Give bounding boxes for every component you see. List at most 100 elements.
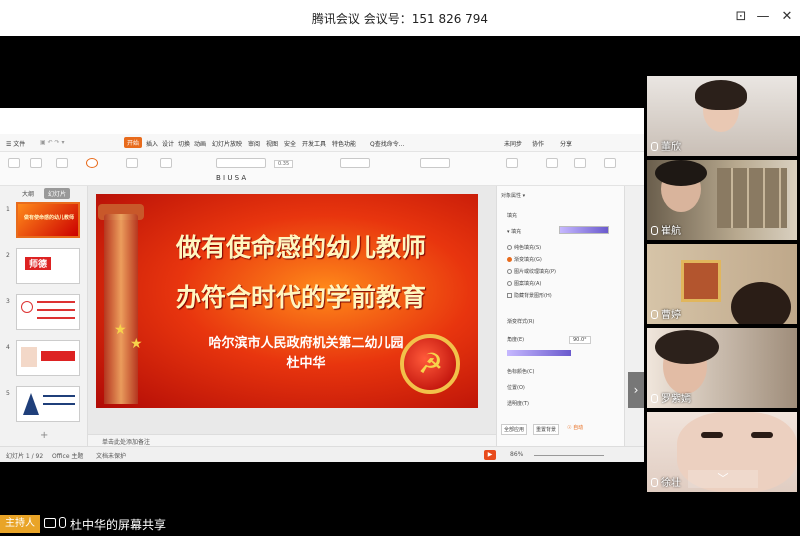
quick-access-icons: ▣ ↶ ↷ ▾ xyxy=(40,139,65,146)
mic-icon xyxy=(651,394,658,403)
participant-tile[interactable]: 曹婷 xyxy=(647,244,797,324)
gradient-stop-bar[interactable] xyxy=(507,350,571,356)
paste-icon[interactable] xyxy=(8,158,20,168)
tab-design[interactable]: 设计 xyxy=(162,139,174,148)
font-style-buttons[interactable]: B I U S A xyxy=(216,174,246,182)
format-painter-icon[interactable] xyxy=(56,158,68,168)
find-icon[interactable] xyxy=(506,158,518,168)
auto-option[interactable]: ☉ 自动 xyxy=(567,424,583,431)
thumb-slide-5[interactable] xyxy=(16,386,80,422)
shape-icons[interactable] xyxy=(420,158,450,168)
font-size-select[interactable]: 0.35 xyxy=(274,160,294,168)
tab-features[interactable]: 特色功能 xyxy=(332,139,356,148)
status-bar: 幻灯片 1 / 92 Office 主题 文档未保护 ▶ 86% xyxy=(0,446,644,462)
mic-icon xyxy=(651,478,658,487)
tab-security[interactable]: 安全 xyxy=(284,139,296,148)
tab-outline[interactable]: 大纲 xyxy=(18,188,38,199)
hide-background-checkbox[interactable]: 隐藏背景图形(H) xyxy=(507,292,552,299)
select-icon[interactable] xyxy=(546,158,558,168)
theme-name: Office 主题 xyxy=(52,453,84,460)
tab-slides[interactable]: 幻灯片 xyxy=(44,188,71,199)
add-slide-icon[interactable]: + xyxy=(40,430,48,441)
presenter-view-icon[interactable] xyxy=(604,158,616,168)
fill-option-picture[interactable]: 图片或纹理填充(P) xyxy=(507,268,556,275)
slide-title-line1: 做有使命感的幼儿教师 xyxy=(175,233,426,262)
zoom-level[interactable]: 86% xyxy=(510,451,523,458)
collapse-down-icon[interactable]: ﹀ xyxy=(688,470,758,488)
mic-icon xyxy=(651,142,658,151)
object-properties-panel: 对象属性 ▾ 填充 ▾ 填充 纯色填充(S) 渐变填充(G) 图片或纹理填充(P… xyxy=(496,186,624,446)
mic-icon xyxy=(59,517,66,528)
file-menu[interactable]: ☰ 文件 xyxy=(6,139,25,148)
current-slide[interactable]: ★ ★ 做有使命感的幼儿教师 办符合时代的学前教育 哈尔滨市人民政府机关第二幼儿… xyxy=(96,194,478,408)
thumb-number: 1 xyxy=(6,206,10,213)
props-fill-tab[interactable]: 填充 xyxy=(507,212,517,219)
tab-animation[interactable]: 动画 xyxy=(194,139,206,148)
participant-tile[interactable]: 崔航 xyxy=(647,160,797,240)
fill-option-pattern[interactable]: 图案填充(A) xyxy=(507,280,541,287)
stop-color-label: 色标颜色(C) xyxy=(507,369,535,375)
participant-name: 曹婷 xyxy=(651,306,681,321)
title-bar: 腾讯会议 会议号：151 826 794 ⊡ — ☐ ✕ xyxy=(0,0,800,36)
collab-button[interactable]: 协作 xyxy=(532,139,544,148)
tab-slideshow[interactable]: 幻灯片放映 xyxy=(212,139,242,148)
ribbon-toolbar: 0.35 B I U S A xyxy=(0,152,644,186)
fill-option-solid[interactable]: 纯色填充(S) xyxy=(507,244,541,251)
thumb-title: 师德 xyxy=(25,257,52,270)
participant-tile[interactable]: 罗紫嫣 xyxy=(647,328,797,408)
protect-status[interactable]: 文档未保护 xyxy=(96,451,126,460)
tab-review[interactable]: 审阅 xyxy=(248,139,260,148)
slide-title-line2: 办符合时代的学前教育 xyxy=(175,283,426,312)
font-family-select[interactable] xyxy=(216,158,266,168)
command-search[interactable]: Q查找命令... xyxy=(370,139,404,148)
slideshow-from-start-icon[interactable] xyxy=(86,158,98,168)
thumb-slide-1[interactable]: 做有使命感的幼儿教师 xyxy=(16,202,80,238)
participant-name: 徐壮 xyxy=(651,474,681,489)
close-button[interactable]: ✕ xyxy=(776,6,798,28)
fill-color-preview[interactable] xyxy=(559,226,609,234)
shared-screen: ☰ 文件 ▣ ↶ ↷ ▾ 开始 插入 设计 切换 动画 幻灯片放映 审阅 视图 … xyxy=(0,108,644,462)
minimize-button[interactable]: — xyxy=(752,6,774,28)
tab-transition[interactable]: 切换 xyxy=(178,139,190,148)
thumb-number: 3 xyxy=(6,298,10,305)
zoom-slider[interactable] xyxy=(534,455,604,456)
props-header[interactable]: 对象属性 ▾ xyxy=(501,192,525,199)
thumb-number: 2 xyxy=(6,252,10,259)
screen-share-label: 杜中华的屏幕共享 xyxy=(70,518,167,532)
apply-all-button[interactable]: 全部应用 xyxy=(501,424,528,435)
tab-developer[interactable]: 开发工具 xyxy=(302,139,326,148)
meeting-window: 腾讯会议 会议号：151 826 794 ⊡ — ☐ ✕ ☰ 文件 ▣ ↶ ↷ … xyxy=(0,0,800,536)
position-label: 位置(O) xyxy=(507,385,525,391)
angle-label: 角度(E) xyxy=(507,337,525,343)
notes-input[interactable]: 单击此处添加备注 xyxy=(88,434,496,446)
thumb-slide-2[interactable]: 师德 xyxy=(16,248,80,284)
thumb-slide-4[interactable] xyxy=(16,340,80,376)
star-icon: ★ xyxy=(130,336,143,352)
host-badge: 主持人 xyxy=(0,515,40,533)
pin-icon[interactable]: ⊡ xyxy=(730,6,752,28)
pillar-decoration xyxy=(104,214,138,404)
angle-input[interactable]: 90.0° xyxy=(569,336,591,344)
text-assist-icon[interactable] xyxy=(574,158,586,168)
sync-status[interactable]: 未同步 xyxy=(504,139,522,148)
layout-icon[interactable] xyxy=(160,158,172,168)
tab-insert[interactable]: 插入 xyxy=(146,139,158,148)
ribbon-tabs: ☰ 文件 ▣ ↶ ↷ ▾ 开始 插入 设计 切换 动画 幻灯片放映 审阅 视图 … xyxy=(0,134,644,152)
reset-background-button[interactable]: 重置背景 xyxy=(533,424,560,435)
new-slide-icon[interactable] xyxy=(126,158,138,168)
cut-icon[interactable] xyxy=(30,158,42,168)
star-icon: ★ xyxy=(114,322,127,338)
slide-thumbnails: 大纲 幻灯片 1 做有使命感的幼儿教师 2 师德 3 4 5 + xyxy=(0,186,88,446)
participant-name: 罗紫嫣 xyxy=(651,390,691,405)
play-slideshow-button[interactable]: ▶ xyxy=(484,450,496,460)
fill-section-toggle[interactable]: ▾ 填充 xyxy=(507,228,521,235)
participant-tile[interactable]: 董欣 xyxy=(647,76,797,156)
tab-home[interactable]: 开始 xyxy=(124,137,143,148)
thumb-slide-3[interactable] xyxy=(16,294,80,330)
paragraph-icons[interactable] xyxy=(340,158,370,168)
participant-name: 董欣 xyxy=(651,138,681,153)
share-button[interactable]: 分享 xyxy=(560,139,572,148)
tab-view[interactable]: 视图 xyxy=(266,139,278,148)
fill-option-gradient[interactable]: 渐变填充(G) xyxy=(507,256,542,263)
expand-panel-icon[interactable]: › xyxy=(628,372,644,408)
